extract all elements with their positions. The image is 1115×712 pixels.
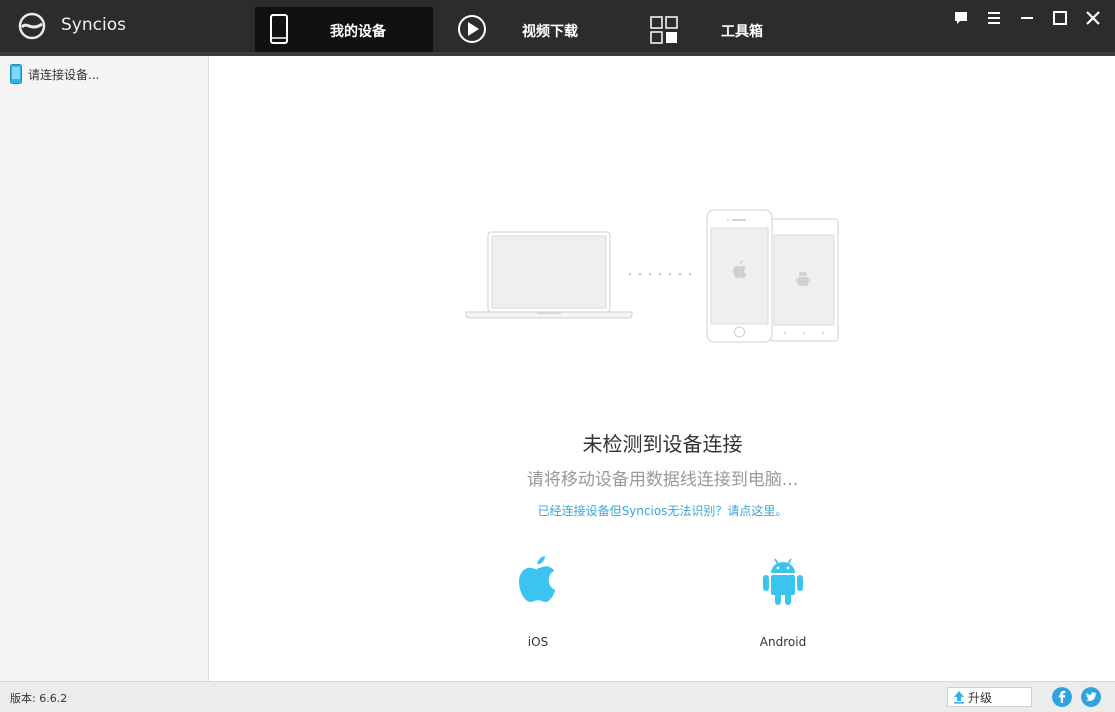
twitter-icon[interactable] [1081,687,1101,707]
android-icon [763,558,803,605]
tab-label: 视频下载 [522,24,578,40]
sidebar: 请连接设备... [0,56,209,681]
play-circle-icon [458,15,486,43]
tab-toolbox[interactable]: 工具箱 [613,7,793,52]
tab-my-device[interactable]: 我的设备 [255,7,433,52]
no-device-title: 未检测到设备连接 [582,432,743,456]
help-link[interactable]: 已经连接设备但Syncios无法识别？请点这里。 [210,502,1115,519]
laptop-phones-illustration [465,209,839,343]
main-panel: 未检测到设备连接 请将移动设备用数据线连接到电脑... 已经连接设备但Synci… [210,56,1115,681]
platform-label: Android [759,635,807,649]
status-bar: 版本: 6.6.2 升级 [0,681,1115,712]
upgrade-button[interactable]: 升级 [947,687,1032,707]
upgrade-label: 升级 [968,690,993,705]
phone-icon [10,64,22,84]
phone-icon [270,14,288,44]
version-text: 版本: 6.6.2 [10,692,68,705]
chat-bubble-icon[interactable] [951,8,971,28]
close-icon[interactable] [1083,8,1103,28]
sidebar-item-label: 请连接设备... [28,67,100,82]
no-device-subtitle: 请将移动设备用数据线连接到电脑... [526,470,799,490]
minimize-icon[interactable] [1017,8,1037,28]
syncios-logo-icon [18,12,46,40]
help-link-text[interactable]: 已经连接设备但Syncios无法识别？请点这里。 [538,504,788,518]
app-name: Syncios [61,15,126,35]
hamburger-menu-icon[interactable] [984,8,1004,28]
upgrade-arrow-icon [954,691,964,704]
tab-label: 工具箱 [721,24,763,40]
tab-video-download[interactable]: 视频下载 [433,7,613,52]
facebook-icon[interactable] [1052,687,1072,707]
toolbox-grid-icon [650,16,678,44]
platform-android[interactable]: Android [743,554,823,649]
sidebar-item-connect-device[interactable]: 请连接设备... [10,64,99,84]
apple-icon [519,556,556,602]
platform-ios[interactable]: iOS [498,554,578,649]
maximize-icon[interactable] [1050,8,1070,28]
tab-label: 我的设备 [330,24,386,40]
platform-label: iOS [527,635,549,649]
title-bar: Syncios 我的设备 视频下载 工具箱 [0,0,1115,52]
app-window: Syncios 我的设备 视频下载 工具箱 请连接设备... 未检测到设备连接 … [0,0,1115,712]
